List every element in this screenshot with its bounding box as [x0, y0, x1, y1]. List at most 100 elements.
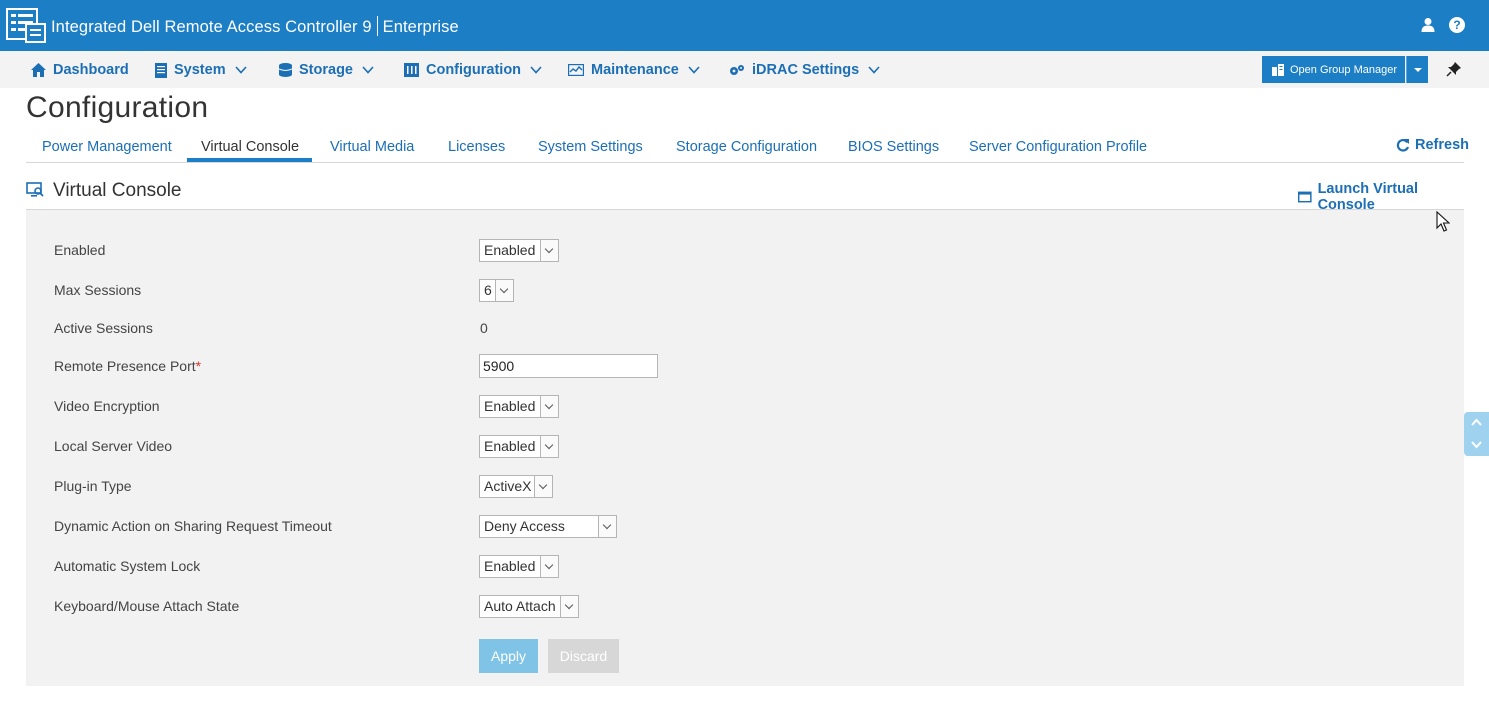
refresh-label: Refresh [1415, 137, 1469, 153]
scroll-up-icon[interactable] [1471, 417, 1482, 428]
product-name: Integrated Dell Remote Access Controller… [51, 18, 372, 36]
chevron-down-icon [540, 396, 558, 417]
automatic-system-lock-label: Automatic System Lock [54, 558, 201, 574]
scroll-down-icon[interactable] [1471, 439, 1482, 450]
automatic-system-lock-select-value: Enabled [484, 558, 536, 574]
pin-icon[interactable] [1446, 61, 1462, 77]
nav-maintenance-label: Maintenance [591, 62, 679, 78]
group-manager-dropdown-button[interactable] [1406, 56, 1428, 83]
dynamic-action-label: Dynamic Action on Sharing Request Timeou… [54, 518, 332, 534]
max-sessions-select[interactable]: 6 [479, 279, 514, 302]
nav-storage[interactable]: Storage [279, 62, 374, 78]
active-sessions-label: Active Sessions [54, 320, 153, 336]
plugin-type-select-value: ActiveX [484, 478, 532, 494]
tab-bios-settings[interactable]: BIOS Settings [848, 139, 939, 155]
virtual-console-settings-panel: Enabled Enabled Max Sessions 6 Active Se… [26, 210, 1464, 686]
config-tabs: Power Management Virtual Console Virtual… [26, 133, 1469, 163]
tab-licenses[interactable]: Licenses [448, 139, 505, 155]
app-title: Integrated Dell Remote Access Controller… [51, 16, 459, 37]
chevron-down-icon [540, 556, 558, 577]
launch-virtual-console-link[interactable]: Launch Virtual Console [1298, 181, 1464, 213]
chevron-down-icon [534, 476, 552, 497]
nav-storage-label: Storage [299, 62, 353, 78]
refresh-icon [1396, 138, 1410, 152]
remote-presence-port-label-text: Remote Presence Port [54, 358, 196, 374]
mouse-cursor-icon [1436, 211, 1450, 232]
chevron-down-icon [530, 66, 542, 74]
idrac-logo-icon [6, 8, 46, 43]
window-icon [1298, 191, 1312, 203]
nav-system-label: System [174, 62, 226, 78]
page-scroll-widget [1464, 412, 1489, 456]
local-server-video-label: Local Server Video [54, 438, 173, 454]
plugin-type-label: Plug-in Type [54, 478, 132, 494]
nav-maintenance[interactable]: Maintenance [568, 62, 700, 78]
main-nav: Dashboard System Storage Configuration M… [0, 51, 1489, 88]
nav-idrac-settings-label: iDRAC Settings [752, 62, 860, 78]
virtual-console-icon [26, 182, 44, 197]
local-server-video-select[interactable]: Enabled [479, 435, 559, 458]
edition-name: Enterprise [382, 18, 459, 36]
video-encryption-select-value: Enabled [484, 398, 536, 414]
keyboard-mouse-attach-select[interactable]: Auto Attach [479, 595, 579, 618]
open-group-manager-label: Open Group Manager [1290, 63, 1398, 76]
chevron-down-icon [540, 240, 558, 261]
keyboard-mouse-attach-label: Keyboard/Mouse Attach State [54, 598, 240, 614]
chevron-down-icon [598, 516, 616, 537]
video-encryption-label: Video Encryption [54, 398, 160, 414]
required-asterisk: * [195, 358, 202, 374]
gears-icon [730, 64, 744, 75]
home-icon [31, 63, 46, 77]
nav-configuration-label: Configuration [426, 62, 522, 78]
tab-power-management[interactable]: Power Management [42, 139, 172, 155]
title-bar: Integrated Dell Remote Access Controller… [0, 0, 1489, 51]
group-manager-icon [1272, 63, 1284, 76]
tab-virtual-console[interactable]: Virtual Console [201, 139, 299, 155]
nav-dashboard-label: Dashboard [53, 62, 129, 78]
nav-system[interactable]: System [155, 62, 247, 78]
nav-idrac-settings[interactable]: iDRAC Settings [729, 62, 880, 78]
plugin-type-select[interactable]: ActiveX [479, 475, 553, 498]
refresh-button[interactable]: Refresh [1396, 137, 1469, 153]
chevron-down-icon [540, 436, 558, 457]
apply-button[interactable]: Apply [479, 639, 538, 673]
chevron-down-icon [235, 66, 247, 74]
nav-configuration[interactable]: Configuration [404, 62, 542, 78]
active-tab-indicator [187, 158, 312, 162]
chevron-down-icon [560, 596, 578, 617]
dynamic-action-select[interactable]: Deny Access [479, 515, 617, 538]
dynamic-action-select-value: Deny Access [484, 518, 565, 534]
tab-storage-configuration[interactable]: Storage Configuration [676, 139, 817, 155]
chevron-down-icon [868, 66, 880, 74]
enabled-select-value: Enabled [484, 242, 536, 258]
configuration-icon [404, 63, 419, 77]
max-sessions-label: Max Sessions [54, 282, 142, 298]
enabled-label: Enabled [54, 242, 106, 258]
local-server-video-select-value: Enabled [484, 438, 536, 454]
max-sessions-select-value: 6 [484, 282, 492, 298]
chevron-down-icon [688, 66, 700, 74]
active-sessions-value: 0 [480, 320, 488, 336]
remote-presence-port-label: Remote Presence Port* [54, 358, 201, 374]
keyboard-mouse-attach-select-value: Auto Attach [484, 598, 556, 614]
video-encryption-select[interactable]: Enabled [479, 395, 559, 418]
discard-button: Discard [548, 639, 619, 673]
section-title: Virtual Console [53, 180, 182, 201]
tab-server-configuration-profile[interactable]: Server Configuration Profile [969, 139, 1147, 155]
automatic-system-lock-select[interactable]: Enabled [479, 555, 559, 578]
server-icon [155, 62, 167, 78]
open-group-manager-button[interactable]: Open Group Manager [1262, 56, 1405, 83]
user-icon[interactable] [1420, 17, 1436, 33]
tab-system-settings[interactable]: System Settings [538, 139, 643, 155]
virtual-console-section-header: Virtual Console Launch Virtual Console [26, 172, 1464, 213]
tab-virtual-media[interactable]: Virtual Media [330, 139, 414, 155]
chevron-down-icon [362, 66, 374, 74]
nav-dashboard[interactable]: Dashboard [31, 62, 129, 78]
page-title: Configuration [26, 91, 209, 124]
title-divider [376, 16, 378, 36]
remote-presence-port-input[interactable] [479, 354, 658, 378]
launch-virtual-console-label: Launch Virtual Console [1317, 181, 1419, 213]
enabled-select[interactable]: Enabled [479, 239, 559, 262]
chevron-down-icon [495, 280, 513, 301]
help-icon[interactable]: ? [1449, 17, 1465, 33]
